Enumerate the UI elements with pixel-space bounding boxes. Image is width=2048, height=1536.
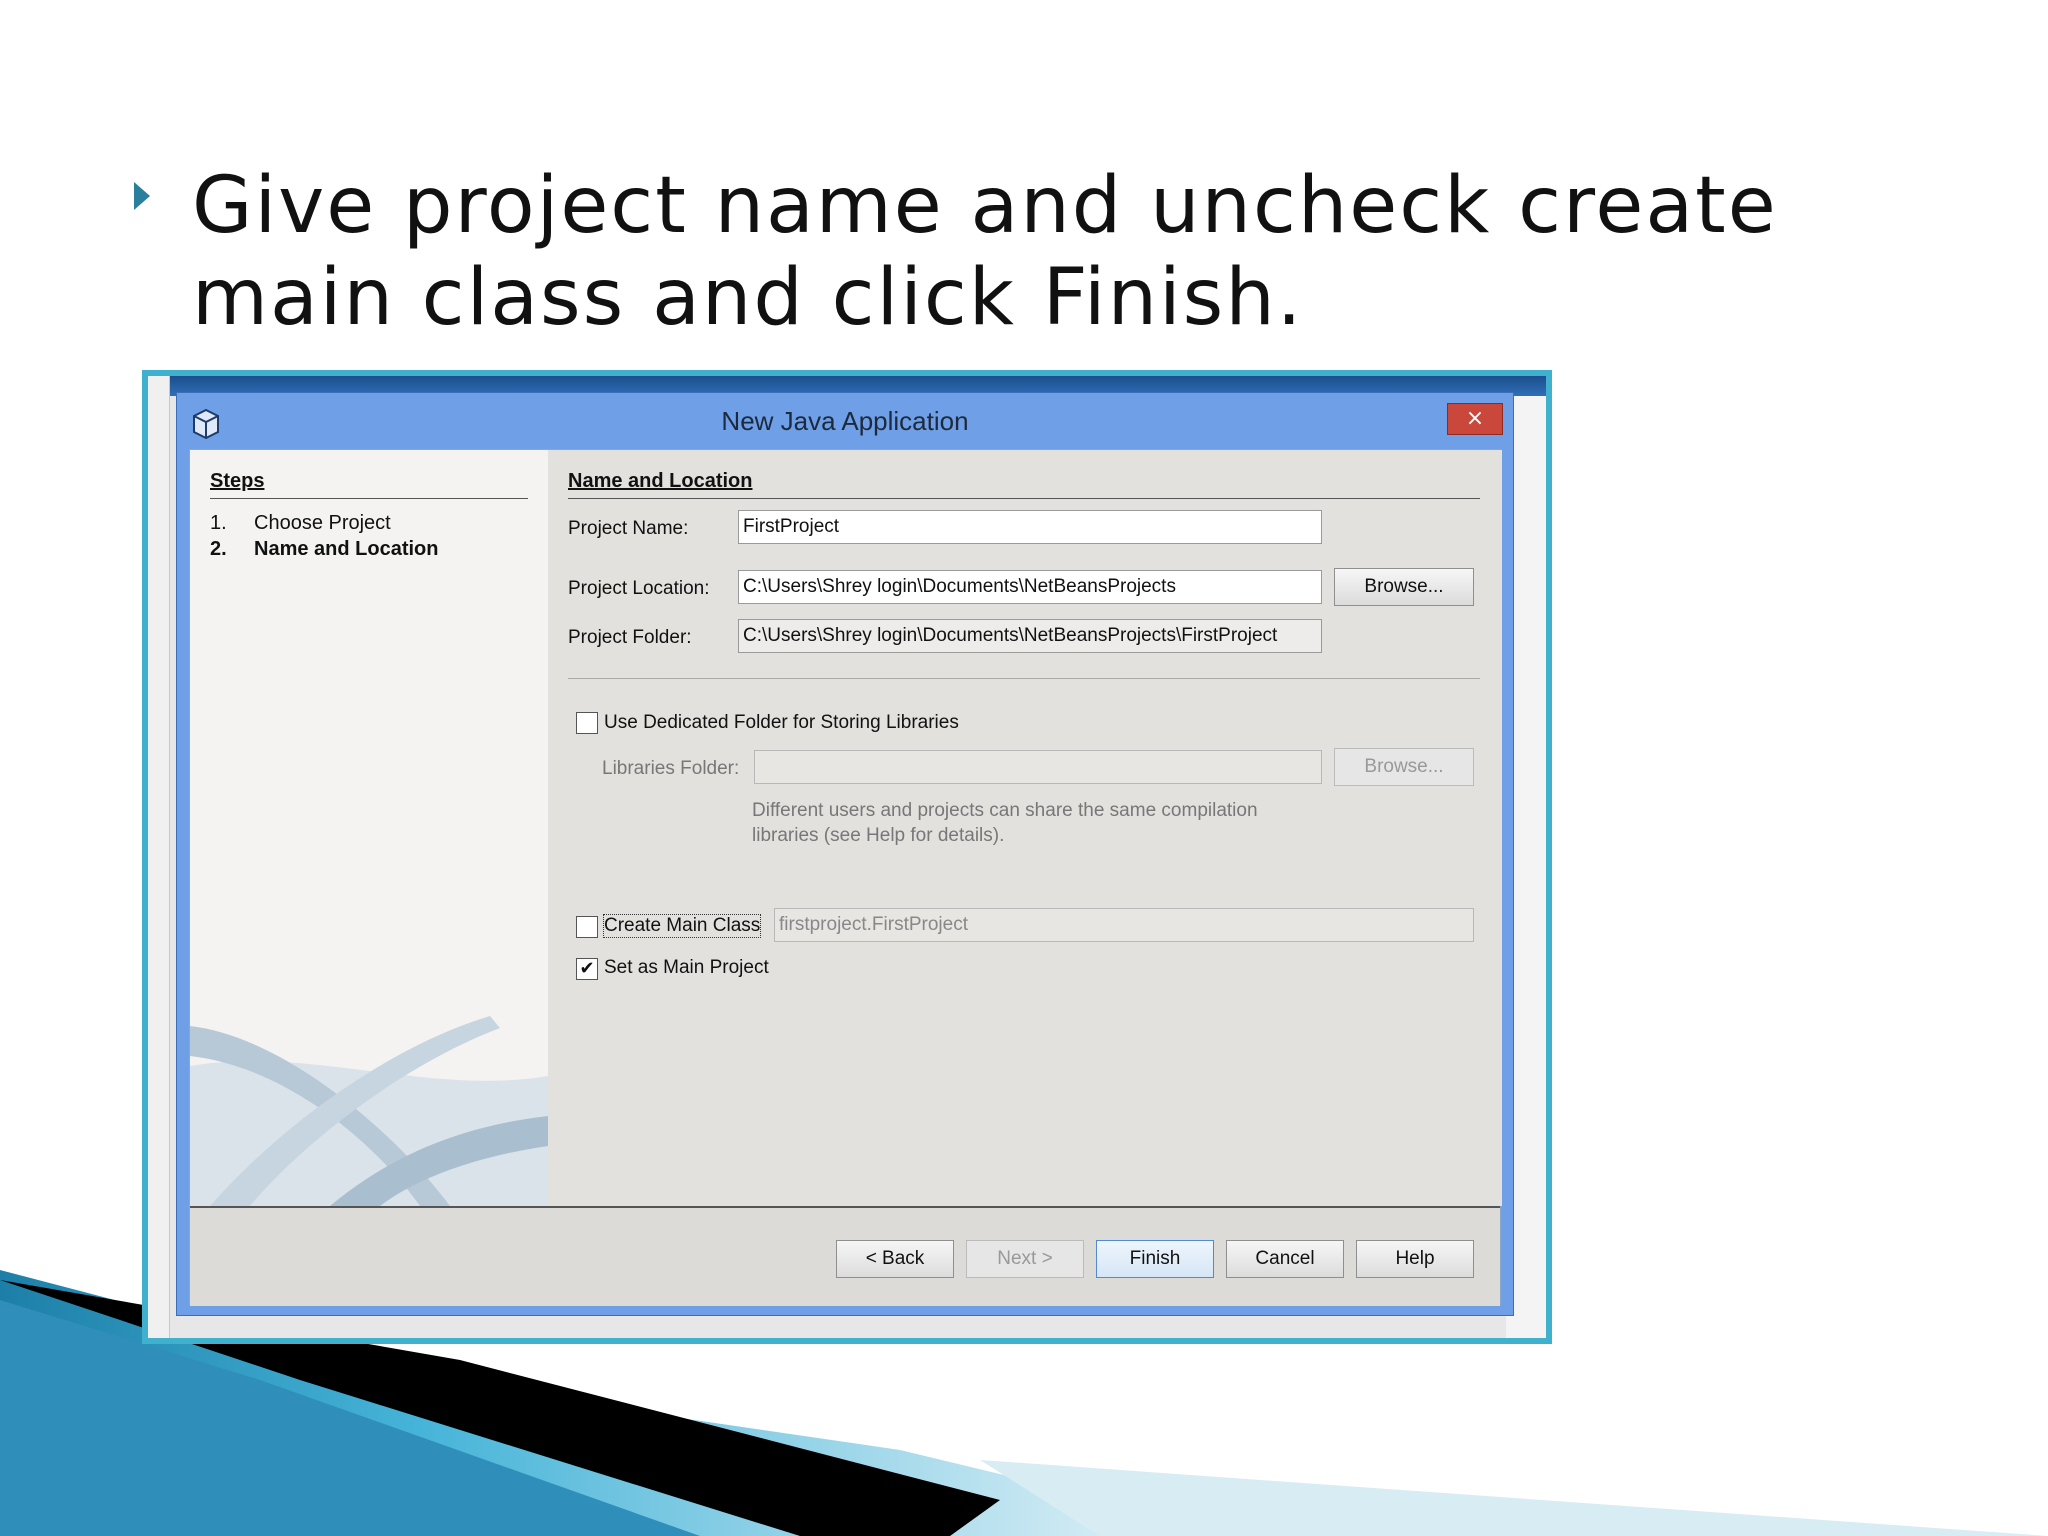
- section-divider: [568, 498, 1480, 499]
- wizard-swirl-artwork: [190, 1016, 548, 1206]
- create-main-class-checkbox[interactable]: [576, 916, 598, 938]
- dialog-title: New Java Application: [721, 406, 969, 436]
- cancel-button[interactable]: Cancel: [1226, 1240, 1344, 1278]
- options-divider: [568, 678, 1480, 679]
- project-folder-field: C:\Users\Shrey login\Documents\NetBeansP…: [738, 619, 1322, 653]
- dialog-body: Steps 1. Choose Project 2. Name and Locati…: [189, 449, 1502, 1306]
- project-location-input[interactable]: C:\Users\Shrey login\Documents\NetBeansP…: [738, 570, 1322, 604]
- libraries-hint-line-2: libraries (see Help for details).: [752, 825, 1005, 846]
- step-label: Name and Location: [254, 538, 439, 560]
- libraries-folder-label: Libraries Folder:: [602, 758, 740, 779]
- browse-location-button[interactable]: Browse...: [1334, 568, 1474, 606]
- step-label: Choose Project: [254, 512, 391, 534]
- dedicated-folder-label[interactable]: Use Dedicated Folder for Storing Librari…: [604, 712, 959, 734]
- project-name-input[interactable]: FirstProject: [738, 510, 1322, 544]
- steps-divider: [210, 498, 528, 499]
- main-class-input[interactable]: firstproject.FirstProject: [774, 908, 1474, 942]
- project-name-label: Project Name:: [568, 518, 689, 539]
- project-location-label: Project Location:: [568, 578, 710, 599]
- dialog-button-bar: < Back Next > Finish Cancel Help: [190, 1206, 1500, 1306]
- step-item-choose-project: 1. Choose Project: [210, 512, 391, 535]
- finish-button[interactable]: Finish: [1096, 1240, 1214, 1278]
- step-number: 1.: [210, 512, 227, 534]
- project-folder-label: Project Folder:: [568, 627, 692, 648]
- libraries-hint-line-1: Different users and projects can share t…: [752, 800, 1258, 821]
- libraries-folder-input[interactable]: [754, 750, 1322, 784]
- steps-pane: Steps 1. Choose Project 2. Name and Locati…: [190, 450, 548, 1206]
- close-button[interactable]: ×: [1447, 403, 1503, 435]
- steps-title: Steps: [210, 470, 265, 492]
- create-main-class-label[interactable]: Create Main Class: [602, 914, 762, 938]
- step-item-name-and-location: 2. Name and Location: [210, 538, 438, 561]
- browse-libraries-button[interactable]: Browse...: [1334, 748, 1474, 786]
- background-window-edge: [148, 376, 170, 1338]
- name-and-location-panel: Name and Location Project Name: FirstPro…: [548, 450, 1502, 1206]
- step-number: 2.: [210, 538, 227, 560]
- dialog-titlebar[interactable]: New Java Application ×: [177, 393, 1513, 449]
- set-main-project-label[interactable]: Set as Main Project: [604, 957, 769, 979]
- help-button[interactable]: Help: [1356, 1240, 1474, 1278]
- bullet-arrow-icon: [134, 182, 150, 210]
- slide-bullet-text: Give project name and uncheck create mai…: [192, 161, 1778, 343]
- section-title: Name and Location: [568, 470, 753, 492]
- dedicated-folder-checkbox[interactable]: [576, 712, 598, 734]
- new-java-application-dialog: New Java Application × Steps 1. Choose Pr…: [176, 392, 1514, 1316]
- set-main-project-checkbox[interactable]: ✔: [576, 958, 598, 980]
- screenshot-frame: New Java Application × Steps 1. Choose Pr…: [142, 370, 1552, 1344]
- next-button[interactable]: Next >: [966, 1240, 1084, 1278]
- back-button[interactable]: < Back: [836, 1240, 954, 1278]
